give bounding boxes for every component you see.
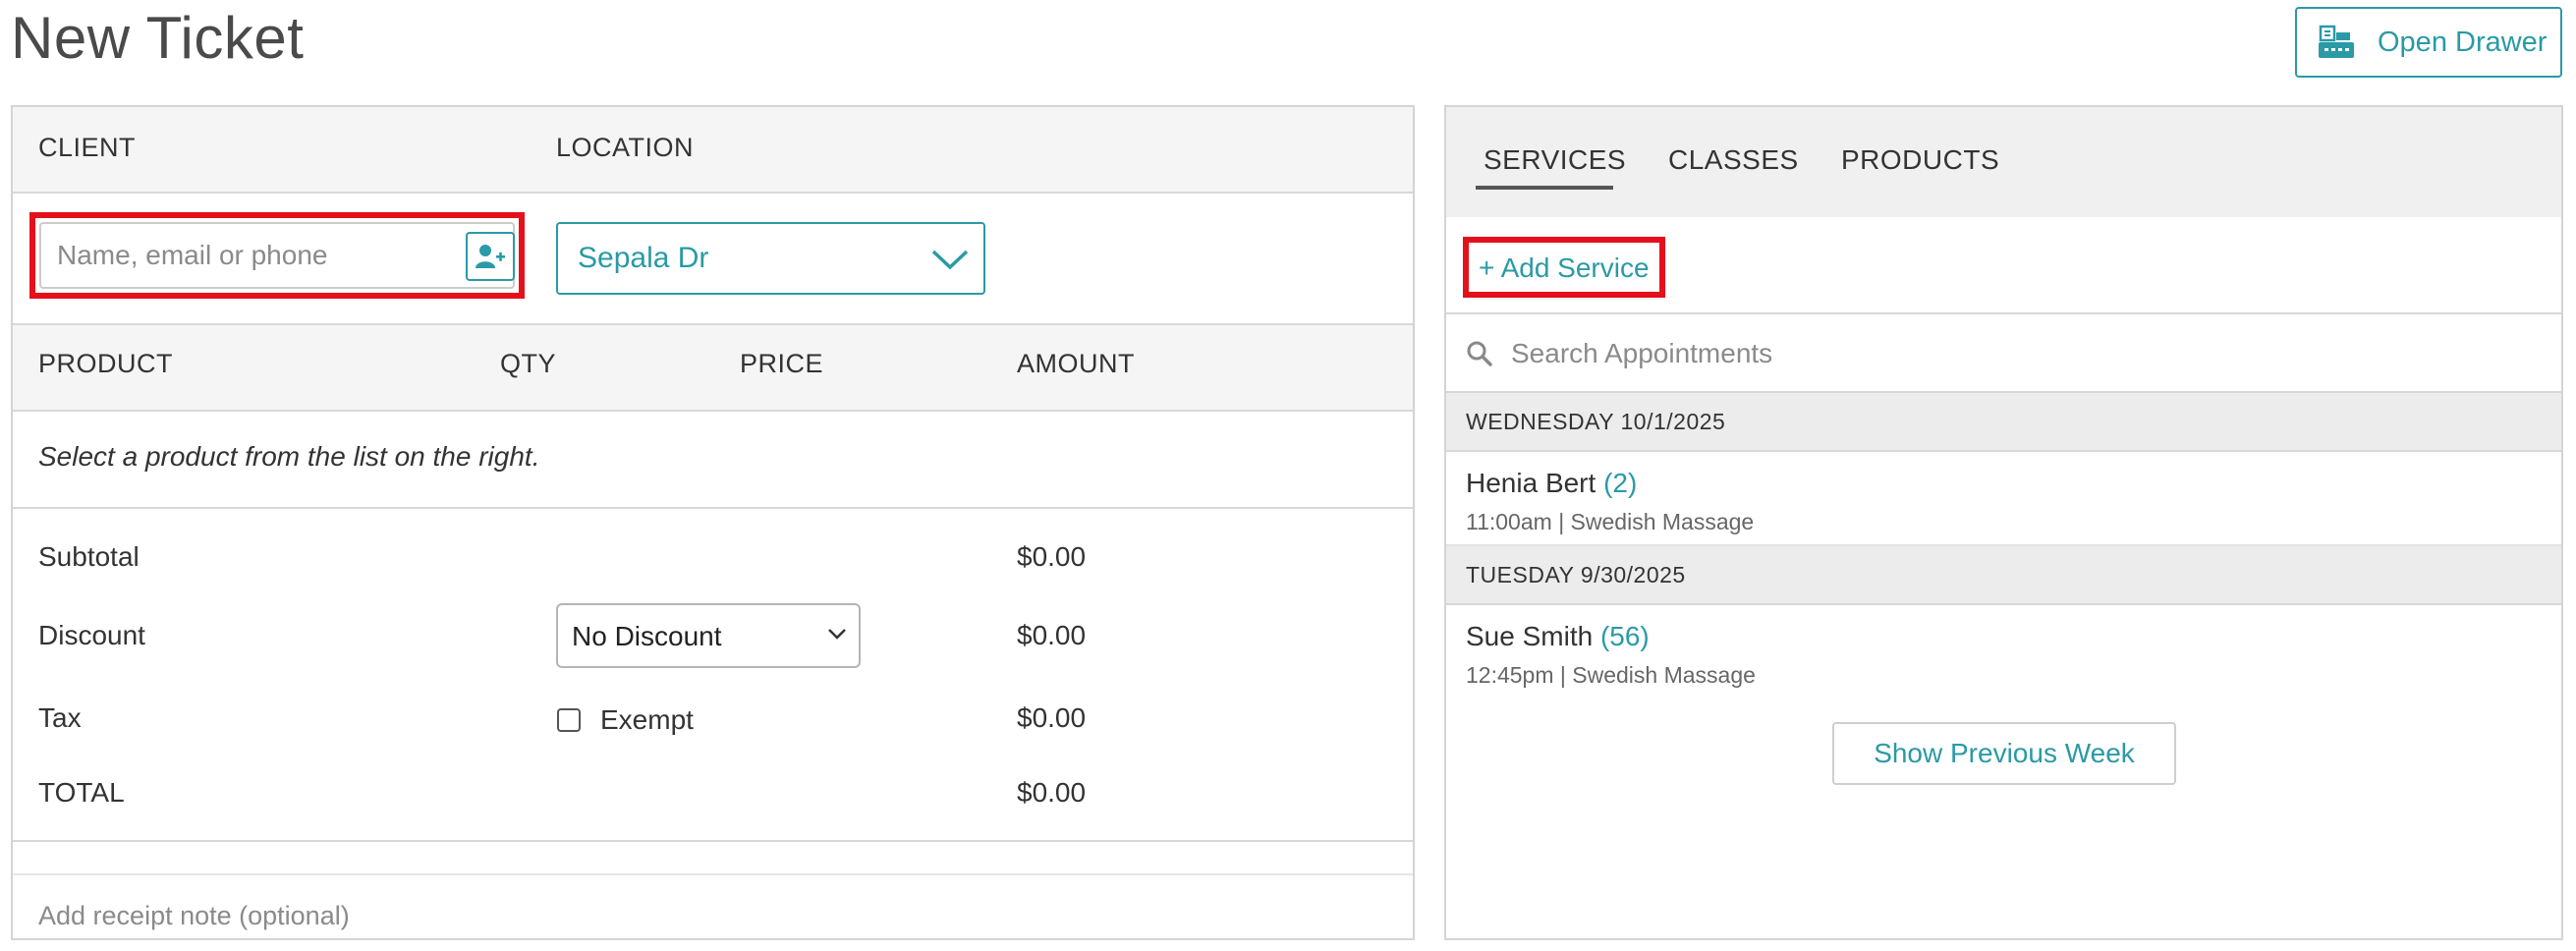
empty-product-message: Select a product from the list on the ri…	[38, 441, 540, 472]
appointment-search-placeholder: Search Appointments	[1511, 338, 1773, 368]
location-header: LOCATION	[556, 133, 695, 162]
client-location-header: CLIENT LOCATION	[13, 107, 1413, 194]
column-product: PRODUCT	[38, 349, 173, 378]
search-icon	[1467, 341, 1492, 366]
divider	[13, 840, 1413, 842]
discount-select-value: No Discount	[572, 621, 722, 651]
day-header: WEDNESDAY 10/1/2025	[1446, 393, 2561, 452]
receipt-note-placeholder: Add receipt note (optional)	[38, 901, 350, 930]
add-service-highlight: + Add Service	[1463, 237, 1665, 298]
appointment-item[interactable]: Henia Bert (2) 11:00am | Swedish Massage	[1446, 452, 2561, 546]
day-header: TUESDAY 9/30/2025	[1446, 546, 2561, 605]
tab-classes[interactable]: CLASSES	[1668, 144, 1799, 176]
tax-value: $0.00	[1017, 702, 1087, 733]
appointment-client: Henia Bert (2)	[1466, 468, 1637, 499]
column-price: PRICE	[740, 349, 824, 378]
subtotal-label: Subtotal	[38, 541, 140, 572]
discount-select[interactable]: No Discount	[556, 603, 861, 668]
appointment-detail: 12:45pm | Swedish Massage	[1466, 662, 1756, 688]
add-user-icon	[476, 245, 505, 268]
product-table-header: PRODUCT QTY PRICE AMOUNT	[13, 323, 1413, 412]
appointment-search-input[interactable]: Search Appointments	[1446, 312, 2561, 393]
receipt-note-input[interactable]: Add receipt note (optional)	[13, 873, 1413, 938]
catalog-panel: SERVICES CLASSES PRODUCTS + Add Service …	[1444, 105, 2563, 940]
tab-services[interactable]: SERVICES	[1484, 144, 1626, 176]
location-select[interactable]: Sepala Dr	[556, 222, 985, 295]
location-value: Sepala Dr	[578, 242, 709, 274]
appointment-detail: 11:00am | Swedish Massage	[1466, 509, 1755, 534]
chevron-down-icon	[828, 629, 846, 640]
open-drawer-label: Open Drawer	[2378, 26, 2548, 58]
page-title: New Ticket	[11, 5, 305, 71]
appointment-client-name: Sue Smith	[1466, 621, 1594, 651]
appointment-client: Sue Smith (56)	[1466, 621, 1650, 652]
divider	[13, 507, 1413, 509]
tab-products[interactable]: PRODUCTS	[1841, 144, 1999, 176]
column-amount: AMOUNT	[1017, 349, 1135, 378]
add-service-link[interactable]: + Add Service	[1479, 252, 1650, 284]
catalog-tabs: SERVICES CLASSES PRODUCTS	[1446, 107, 2561, 217]
chevron-down-icon	[931, 250, 969, 270]
client-search-highlight: Name, email or phone	[29, 212, 525, 299]
day-header-label: WEDNESDAY 10/1/2025	[1466, 409, 1726, 434]
appointment-item[interactable]: Sue Smith (56) 12:45pm | Swedish Massage	[1446, 605, 2561, 699]
discount-value: $0.00	[1017, 620, 1087, 650]
appointment-client-visit-count: (2)	[1603, 468, 1638, 498]
total-value: $0.00	[1017, 777, 1087, 808]
exempt-checkbox[interactable]	[557, 708, 581, 732]
subtotal-value: $0.00	[1017, 541, 1087, 572]
active-tab-indicator	[1476, 186, 1613, 190]
column-qty: QTY	[500, 349, 557, 378]
appointment-client-name: Henia Bert	[1466, 468, 1596, 498]
client-search-placeholder: Name, email or phone	[57, 240, 328, 270]
add-client-button[interactable]	[466, 232, 515, 281]
exempt-label: Exempt	[600, 704, 694, 735]
cash-register-icon	[2319, 25, 2354, 58]
appointment-client-visit-count: (56)	[1599, 621, 1650, 651]
ticket-panel: CLIENT LOCATION Name, email or phone Sep…	[11, 105, 1415, 940]
total-label: TOTAL	[38, 777, 125, 808]
client-search-input[interactable]: Name, email or phone	[39, 222, 515, 289]
tax-label: Tax	[38, 702, 82, 733]
day-header-label: TUESDAY 9/30/2025	[1466, 562, 1686, 587]
client-header: CLIENT	[38, 133, 137, 162]
open-drawer-button[interactable]: Open Drawer	[2295, 7, 2562, 78]
discount-label: Discount	[38, 620, 145, 650]
show-previous-week-button[interactable]: Show Previous Week	[1832, 722, 2176, 785]
